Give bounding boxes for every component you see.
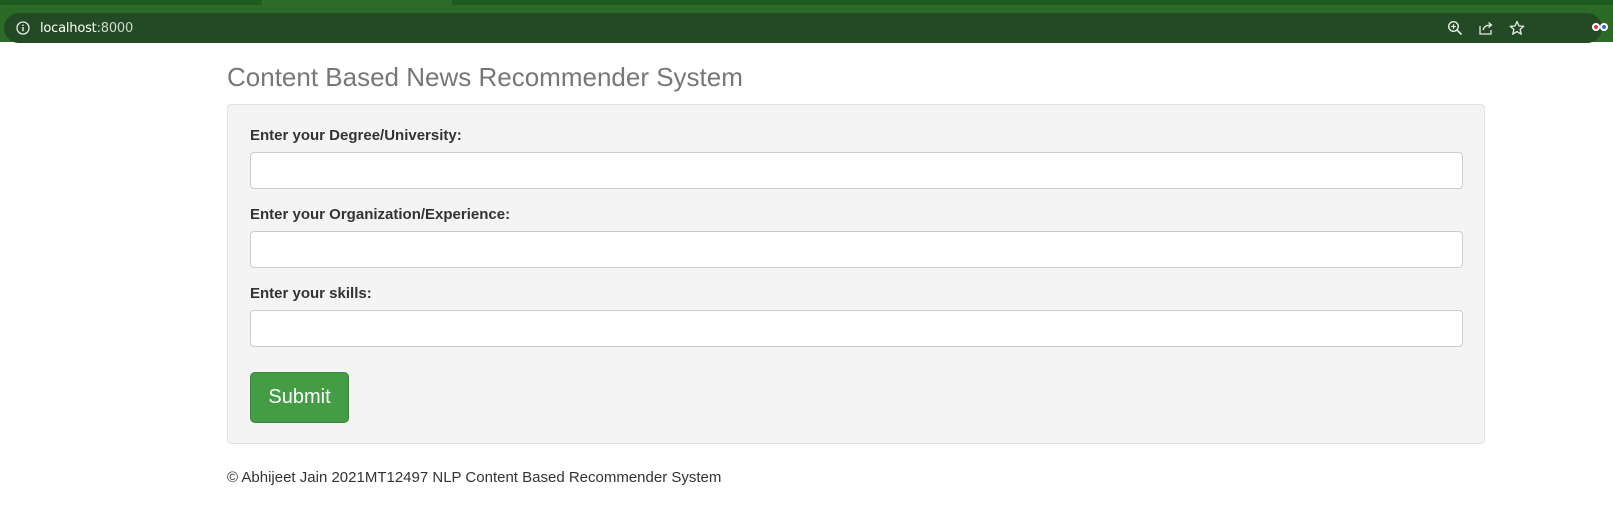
degree-input[interactable] [250, 152, 1463, 189]
address-bar[interactable]: localhost:8000 [4, 13, 1602, 43]
extension-icon[interactable] [1591, 20, 1609, 34]
skills-label: Enter your skills: [250, 285, 372, 302]
zoom-icon[interactable] [1447, 20, 1463, 36]
bookmark-star-icon[interactable] [1509, 20, 1525, 36]
site-info-icon[interactable] [16, 21, 30, 35]
footer-text: © Abhijeet Jain 2021MT12497 NLP Content … [227, 469, 722, 486]
submit-button[interactable]: Submit [250, 372, 349, 423]
recommender-form: Enter your Degree/University: Enter your… [227, 104, 1485, 444]
page-title: Content Based News Recommender System [227, 62, 743, 92]
share-icon[interactable] [1478, 20, 1494, 36]
url-port: :8000 [96, 21, 134, 36]
browser-toolbar: localhost:8000 [0, 5, 1613, 43]
url-host: localhost [40, 21, 97, 36]
organization-input[interactable] [250, 231, 1463, 268]
organization-label: Enter your Organization/Experience: [250, 206, 511, 223]
address-url[interactable]: localhost:8000 [40, 21, 133, 36]
degree-label: Enter your Degree/University: [250, 127, 462, 144]
skills-input[interactable] [250, 310, 1463, 347]
